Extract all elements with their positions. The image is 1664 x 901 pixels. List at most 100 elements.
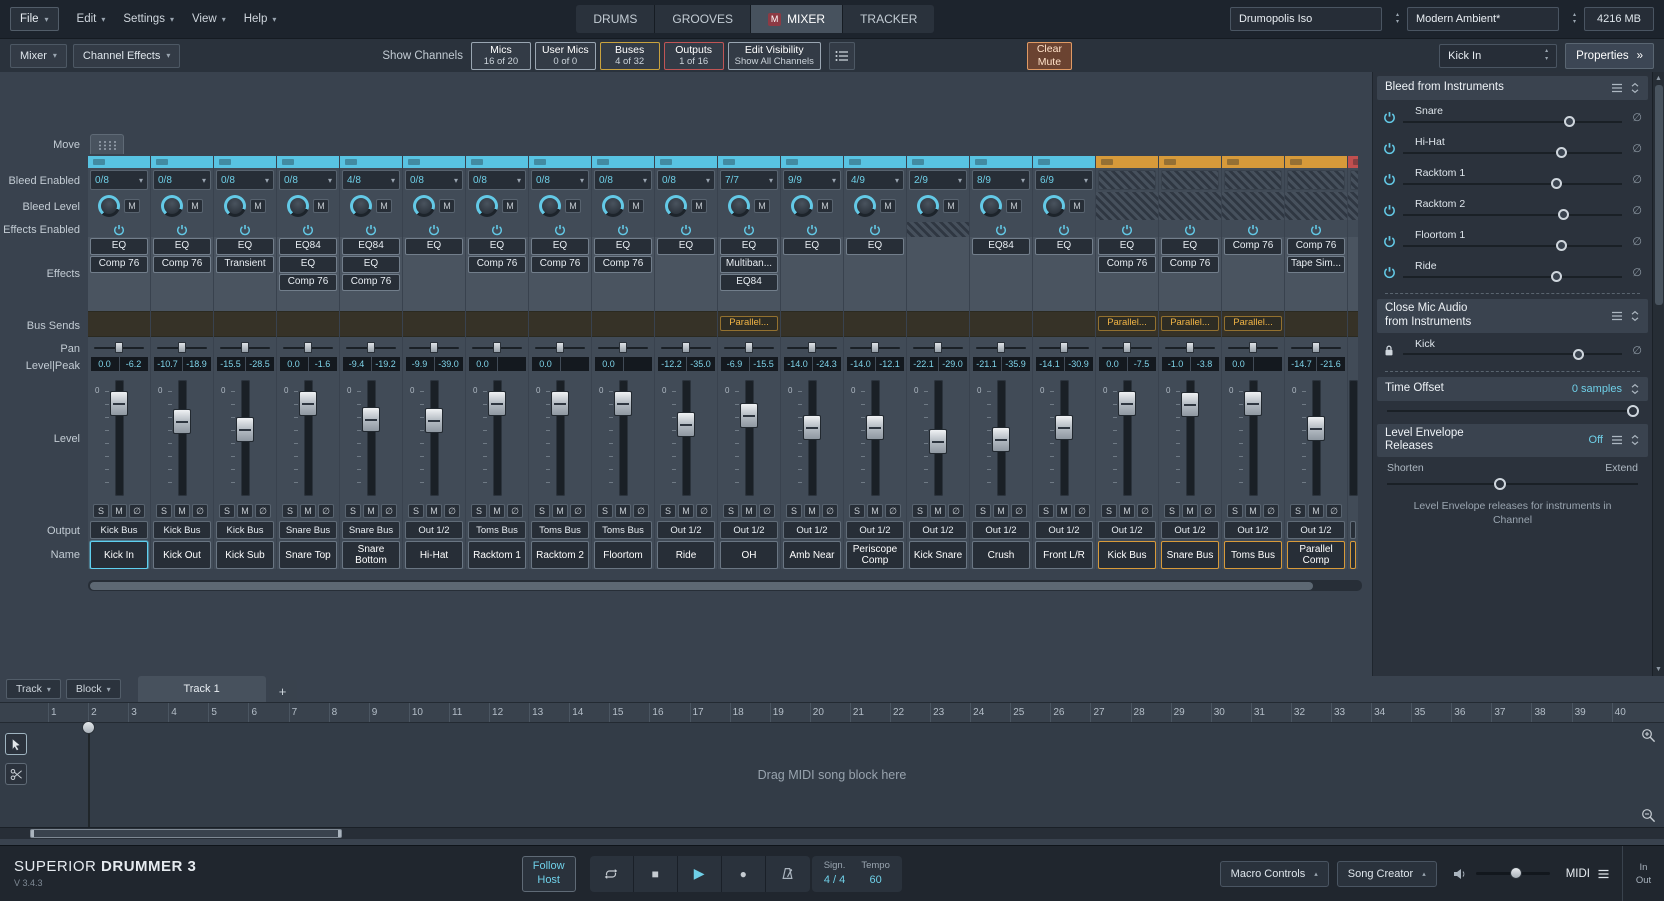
- bleed-routing-dropdown[interactable]: ▾: [1224, 170, 1282, 190]
- solo-button[interactable]: S: [156, 504, 172, 518]
- fader-track[interactable]: [1349, 380, 1358, 496]
- pan-handle[interactable]: [619, 342, 627, 353]
- channel-color-bar[interactable]: [1222, 156, 1284, 168]
- effect-slot-button[interactable]: EQ: [342, 256, 400, 273]
- bleed-amount-slider[interactable]: [1403, 147, 1622, 158]
- move-handle[interactable]: [90, 134, 124, 154]
- pan-slider[interactable]: [1348, 340, 1358, 355]
- bleed-mute-button[interactable]: M: [880, 199, 896, 213]
- fader-handle[interactable]: [866, 415, 884, 440]
- fader-handle[interactable]: [551, 391, 569, 416]
- channel-color-bar[interactable]: [466, 156, 528, 168]
- mute-button[interactable]: M: [741, 504, 757, 518]
- fader-handle[interactable]: [803, 415, 821, 440]
- effects-power-row[interactable]: [1096, 222, 1158, 237]
- pan-handle[interactable]: [115, 342, 123, 353]
- effect-slot-button[interactable]: Multiban...: [720, 256, 778, 273]
- clear-mute-button[interactable]: Clear Mute: [1027, 42, 1072, 70]
- filter-mics-button[interactable]: Mics 16 of 20: [471, 42, 531, 70]
- slider-handle[interactable]: [1556, 147, 1567, 158]
- pan-slider[interactable]: [970, 340, 1032, 355]
- effect-slot-button[interactable]: EQ: [216, 238, 274, 255]
- output-routing-button[interactable]: Toms Bus: [531, 521, 589, 539]
- mute-button[interactable]: M: [363, 504, 379, 518]
- bypass-button[interactable]: ∅: [255, 504, 271, 518]
- fader-track[interactable]: [178, 380, 187, 496]
- bleed-routing-dropdown[interactable]: 0/8 ▾: [279, 170, 337, 190]
- mute-button[interactable]: M: [615, 504, 631, 518]
- bleed-routing-dropdown[interactable]: 2/9 ▾: [909, 170, 967, 190]
- solo-button[interactable]: S: [1227, 504, 1243, 518]
- channel-name-button[interactable]: Parallel Comp: [1287, 541, 1345, 569]
- channel-list-button[interactable]: [829, 42, 855, 70]
- bus-sends-cell[interactable]: [1348, 311, 1358, 337]
- fader-handle[interactable]: [110, 391, 128, 416]
- slider-handle[interactable]: [1556, 240, 1567, 251]
- solo-button[interactable]: S: [1164, 504, 1180, 518]
- bleed-routing-dropdown[interactable]: ▾: [1098, 170, 1156, 190]
- metronome-button[interactable]: [766, 856, 810, 892]
- bus-sends-cell[interactable]: [529, 311, 591, 337]
- bleed-level-knob[interactable]: [665, 195, 687, 217]
- bus-sends-cell[interactable]: [1285, 311, 1347, 337]
- output-routing-button[interactable]: Out 1/2: [1287, 521, 1345, 539]
- bypass-icon[interactable]: ∅: [1624, 235, 1642, 248]
- bleed-level-knob[interactable]: [854, 195, 876, 217]
- mute-button[interactable]: M: [237, 504, 253, 518]
- effects-power-row[interactable]: [907, 222, 969, 237]
- mixer-menu-dropdown[interactable]: Mixer▾: [10, 44, 67, 68]
- solo-button[interactable]: S: [1038, 504, 1054, 518]
- bleed-routing-dropdown[interactable]: ▾: [1287, 170, 1345, 190]
- bus-sends-cell[interactable]: [655, 311, 717, 337]
- bus-sends-cell[interactable]: [1033, 311, 1095, 337]
- bleed-amount-slider[interactable]: [1403, 271, 1622, 282]
- level-fader[interactable]: 0: [718, 374, 780, 502]
- bleed-level-knob[interactable]: [602, 195, 624, 217]
- pan-handle[interactable]: [1249, 342, 1257, 353]
- bleed-amount-slider[interactable]: [1403, 209, 1622, 220]
- bypass-button[interactable]: ∅: [633, 504, 649, 518]
- effects-power-row[interactable]: [340, 222, 402, 237]
- tab-grooves[interactable]: GROOVES: [655, 5, 751, 33]
- mute-button[interactable]: M: [426, 504, 442, 518]
- level-envelope-slider[interactable]: [1387, 477, 1638, 491]
- effects-power-row[interactable]: [781, 222, 843, 237]
- level-fader[interactable]: 0: [781, 374, 843, 502]
- solo-button[interactable]: S: [345, 504, 361, 518]
- pan-slider[interactable]: [214, 340, 276, 355]
- bus-sends-cell[interactable]: [466, 311, 528, 337]
- effect-slot-button[interactable]: EQ: [279, 256, 337, 273]
- close-mic-section-header[interactable]: Close Mic Audio from Instruments: [1377, 299, 1648, 333]
- output-routing-button[interactable]: Snare Bus: [279, 521, 337, 539]
- bus-sends-cell[interactable]: [403, 311, 465, 337]
- tab-tracker[interactable]: TRACKER: [843, 5, 934, 33]
- effect-slot-button[interactable]: EQ: [783, 238, 841, 255]
- fader-handle[interactable]: [236, 417, 254, 442]
- pan-slider[interactable]: [1285, 340, 1347, 355]
- pan-handle[interactable]: [493, 342, 501, 353]
- channel-color-bar[interactable]: [844, 156, 906, 168]
- channel-name-button[interactable]: Floortom: [594, 541, 652, 569]
- pan-slider[interactable]: [844, 340, 906, 355]
- output-routing-button[interactable]: Out 1/2: [405, 521, 463, 539]
- fader-handle[interactable]: [299, 391, 317, 416]
- level-fader[interactable]: 0: [655, 374, 717, 502]
- time-offset-header[interactable]: Time Offset 0 samples: [1377, 377, 1648, 401]
- channel-name-button[interactable]: [1350, 541, 1356, 569]
- effects-power-row[interactable]: [88, 222, 150, 237]
- bypass-button[interactable]: ∅: [444, 504, 460, 518]
- bleed-mute-button[interactable]: M: [943, 199, 959, 213]
- effect-slot-button[interactable]: EQ: [153, 238, 211, 255]
- channel-name-button[interactable]: Front L/R: [1035, 541, 1093, 569]
- channel-color-bar[interactable]: [403, 156, 465, 168]
- channel-color-bar[interactable]: [970, 156, 1032, 168]
- scroll-down-icon[interactable]: ▼: [1655, 666, 1662, 673]
- bus-sends-cell[interactable]: [970, 311, 1032, 337]
- pan-handle[interactable]: [871, 342, 879, 353]
- effects-power-row[interactable]: [466, 222, 528, 237]
- pan-slider[interactable]: [88, 340, 150, 355]
- mute-button[interactable]: M: [867, 504, 883, 518]
- scrollbar-thumb[interactable]: [90, 582, 1313, 590]
- effect-slot-button[interactable]: EQ: [1161, 238, 1219, 255]
- slider-handle[interactable]: [1564, 116, 1575, 127]
